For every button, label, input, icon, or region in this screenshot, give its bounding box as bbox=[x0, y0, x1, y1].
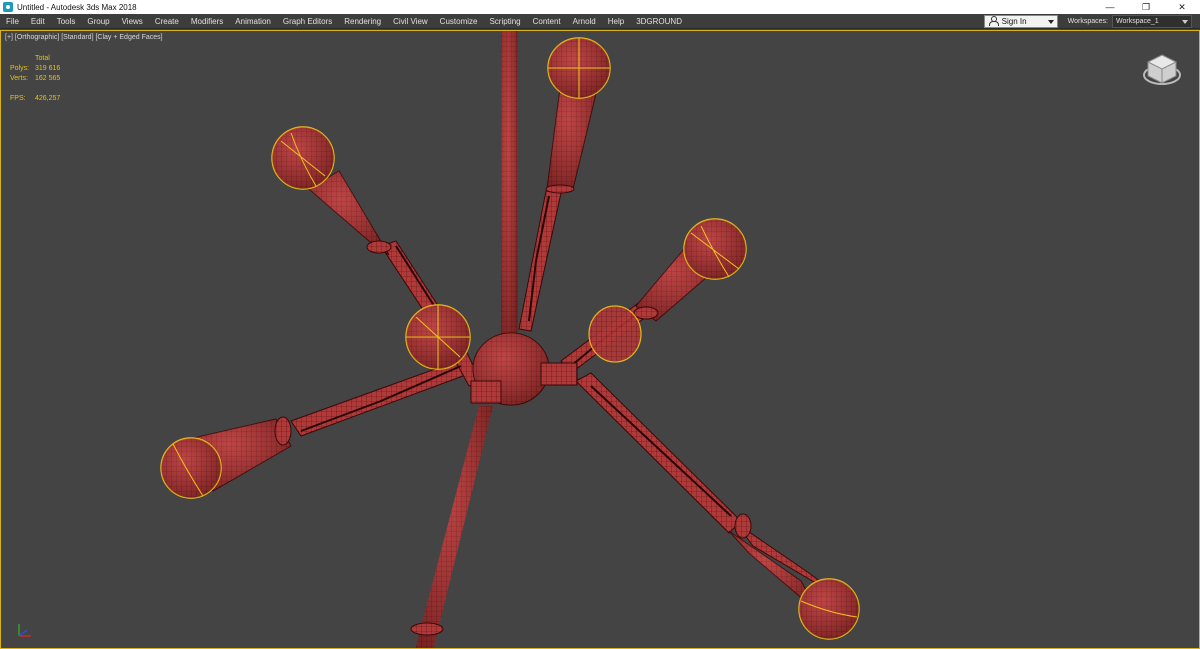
perspective-viewport[interactable]: [+] [Orthographic] [Standard] [Clay + Ed… bbox=[0, 30, 1200, 649]
menu-content[interactable]: Content bbox=[527, 14, 567, 29]
user-icon bbox=[988, 16, 999, 26]
app-icon bbox=[3, 2, 13, 12]
workspace-select[interactable]: Workspace_1 bbox=[1112, 14, 1192, 28]
menu-animation[interactable]: Animation bbox=[229, 14, 277, 29]
window-controls: — ❐ ✕ bbox=[1092, 0, 1200, 14]
close-button[interactable]: ✕ bbox=[1164, 0, 1200, 14]
title-bar: Untitled - Autodesk 3ds Max 2018 — ❐ ✕ bbox=[0, 0, 1200, 14]
menu-scripting[interactable]: Scripting bbox=[483, 14, 526, 29]
lamp-right bbox=[633, 218, 747, 322]
menu-create[interactable]: Create bbox=[149, 14, 185, 29]
lamp-left bbox=[160, 416, 292, 499]
bottom-stem bbox=[410, 406, 493, 648]
menu-help[interactable]: Help bbox=[602, 14, 630, 29]
chevron-down-icon bbox=[1047, 19, 1054, 24]
menu-bar: File Edit Tools Group Views Create Modif… bbox=[0, 14, 1200, 29]
menu-3dground[interactable]: 3DGROUND bbox=[630, 14, 688, 29]
sign-in-label: Sign In bbox=[1001, 16, 1027, 26]
sign-in-dropdown[interactable]: Sign In bbox=[983, 14, 1058, 28]
menu-tools[interactable]: Tools bbox=[51, 14, 82, 29]
restore-button[interactable]: ❐ bbox=[1128, 0, 1164, 14]
central-hub bbox=[470, 332, 578, 406]
center-rod bbox=[501, 31, 518, 351]
lamp-bottom-right bbox=[728, 513, 860, 640]
menu-edit[interactable]: Edit bbox=[25, 14, 51, 29]
chandelier-model[interactable] bbox=[1, 31, 1199, 648]
minimize-button[interactable]: — bbox=[1092, 0, 1128, 14]
viewcube-icon[interactable] bbox=[1141, 49, 1183, 91]
menu-views[interactable]: Views bbox=[116, 14, 149, 29]
menu-graph-editors[interactable]: Graph Editors bbox=[277, 14, 338, 29]
workspaces-label: Workspaces: bbox=[1067, 17, 1108, 25]
menu-group[interactable]: Group bbox=[81, 14, 115, 29]
chevron-down-icon bbox=[1182, 19, 1188, 24]
menu-civil-view[interactable]: Civil View bbox=[387, 14, 434, 29]
menu-modifiers[interactable]: Modifiers bbox=[185, 14, 229, 29]
lamp-top bbox=[545, 37, 611, 194]
axis-tripod-icon bbox=[18, 624, 31, 637]
menu-arnold[interactable]: Arnold bbox=[567, 14, 602, 29]
menu-file[interactable]: File bbox=[0, 14, 25, 29]
lamp-upper-left bbox=[271, 126, 392, 256]
workspace-value: Workspace_1 bbox=[1116, 17, 1159, 25]
window-title: Untitled - Autodesk 3ds Max 2018 bbox=[17, 2, 137, 12]
menu-customize[interactable]: Customize bbox=[434, 14, 484, 29]
menu-rendering[interactable]: Rendering bbox=[338, 14, 387, 29]
